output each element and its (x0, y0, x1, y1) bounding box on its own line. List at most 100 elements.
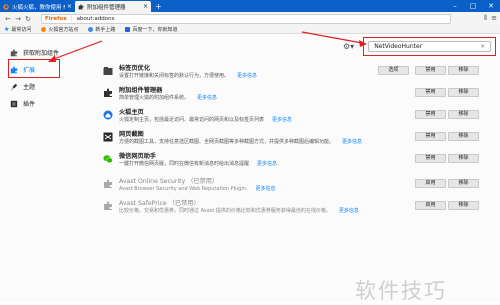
bookmark-label: 最常访问 (11, 26, 32, 33)
bookmark-label: 百度一下，你就知道 (132, 26, 178, 33)
reload-icon[interactable]: ↻ (23, 15, 33, 23)
addon-row-wechat-helper[interactable]: 微信网页助手 一键打开微信网页版，同时在微信有新消息时给出消息提醒 更多信息 禁用… (103, 151, 479, 177)
sidebar-item-label: 插件 (23, 101, 36, 108)
more-info-link[interactable]: 更多信息 (272, 117, 292, 123)
baidu-icon (125, 26, 131, 32)
library-icon[interactable]: ⫴ (484, 14, 487, 23)
addon-desc-text: 方便的截图工具，支持任意选区截图、全网页截图等多种截图方式，并提供多种截图后编辑… (119, 139, 335, 145)
globe-icon (88, 26, 94, 32)
addon-description: 比较价格、交易和优惠券，同时通过 Avast 提供的价格比较和优惠券服务获得最佳… (119, 207, 359, 214)
menu-icon[interactable]: ≡ (491, 14, 497, 23)
disable-button[interactable]: 禁用 (415, 66, 446, 75)
tab-bar: 火狐火狐，教你使用 Firefox × 附加组件管理器 × + – □ ✕ (0, 0, 500, 12)
addon-description: Avast Browser Security and Web Reputatio… (119, 185, 276, 192)
forward-icon[interactable]: → (13, 15, 23, 23)
addon-description: 方便的截图工具，支持任意选区截图、全网页截图等多种截图方式，并提供多种截图后编辑… (119, 138, 362, 145)
more-info-link[interactable]: 更多信息 (339, 208, 359, 214)
tab-firefox-guide[interactable]: 火狐火狐，教你使用 Firefox × (0, 1, 75, 12)
close-icon[interactable]: × (67, 3, 72, 10)
home-icon (103, 110, 113, 120)
addon-desc-text: 一键打开微信网页版，同时在微信有新消息时给出消息提醒 (119, 161, 250, 167)
url-text: about:addons (76, 15, 115, 22)
addon-description: 简单管理火狐的附加组件系统。 更多信息 (119, 94, 217, 101)
addons-page: 获取附加组件 扩展 主题 插件 ⚙▾ NetVideoHunter × 标签页优… (0, 31, 500, 303)
more-info-link[interactable]: 更多信息 (256, 186, 276, 192)
addon-description: 一键打开微信网页版，同时在微信有新消息时给出消息提醒 更多信息 (119, 160, 277, 167)
url-separator: | (70, 15, 73, 22)
remove-button[interactable]: 移除 (448, 132, 479, 141)
more-info-link[interactable]: 更多信息 (237, 73, 257, 79)
puzzle-icon (78, 3, 84, 9)
addon-name: 网页截图 (119, 131, 144, 138)
addon-name: 火狐主页 (119, 109, 144, 116)
tab-label: 附加组件管理器 (87, 4, 126, 11)
brush-icon (11, 83, 18, 90)
bookmark-firefox-site[interactable]: 火狐官方站点 (41, 26, 78, 33)
bookmark-baidu[interactable]: 百度一下，你就知道 (125, 26, 177, 33)
remove-button[interactable]: 移除 (448, 88, 479, 97)
annotation-arrow-left (48, 40, 103, 62)
addon-description: 火狐定制主页，包括最近访问、最常访问的网页和以及标签页列表 更多信息 (119, 116, 292, 123)
remove-button[interactable]: 移除 (448, 154, 479, 163)
avast-puzzle-icon (104, 201, 112, 210)
addon-desc-text: 比较价格、交易和优惠券，同时通过 Avast 提供的价格比较和优惠券服务获得最佳… (119, 208, 331, 214)
disable-button[interactable]: 禁用 (415, 88, 446, 97)
enable-button[interactable]: 启用 (415, 201, 446, 210)
tab-addons-manager[interactable]: 附加组件管理器 × (75, 1, 151, 12)
identity-brand: Firefox (45, 15, 67, 22)
disable-button[interactable]: 禁用 (415, 110, 446, 119)
bookmark-label: 新手上路 (95, 26, 116, 33)
disable-button[interactable]: 禁用 (415, 154, 446, 163)
close-window-icon[interactable]: ✕ (482, 0, 500, 12)
more-info-link[interactable]: 更多信息 (257, 161, 277, 167)
addon-name: Avast Online Security （已禁用） (119, 178, 219, 185)
remove-button[interactable]: 移除 (448, 179, 479, 188)
sidebar-item-plugins[interactable]: 插件 (10, 99, 35, 108)
addon-name: 附加组件管理器 (119, 87, 163, 94)
window-controls: – □ ✕ (446, 0, 500, 12)
remove-button[interactable]: 移除 (448, 110, 479, 119)
sidebar-item-label: 主题 (23, 84, 36, 91)
url-bar[interactable]: Firefox | about:addons (41, 13, 451, 24)
addon-name: 标签页优化 (119, 65, 150, 72)
scissors-icon (103, 132, 113, 142)
watermark-text: 软件技巧 (355, 279, 447, 303)
navigation-bar: ← → ↻ Firefox | about:addons ⫴ ≡ (0, 12, 500, 25)
bookmark-getting-started[interactable]: 新手上路 (88, 26, 115, 33)
more-info-link[interactable]: 更多信息 (342, 139, 362, 145)
bookmark-label: 火狐官方站点 (48, 26, 79, 33)
star-icon: ★ (4, 25, 10, 33)
addon-name: 微信网页助手 (119, 153, 157, 160)
options-button[interactable]: 选项 (378, 66, 409, 75)
remove-button[interactable]: 移除 (448, 66, 479, 75)
sidebar-item-themes[interactable]: 主题 (10, 82, 35, 91)
more-info-link[interactable]: 更多信息 (197, 95, 217, 101)
bookmark-most-visited[interactable]: ★ 最常访问 (4, 26, 31, 33)
back-icon[interactable]: ← (3, 15, 13, 23)
addon-row-avast-safeprice[interactable]: Avast SafePrice （已禁用） 比较价格、交易和优惠券，同时通过 A… (103, 198, 479, 224)
avast-puzzle-icon (104, 179, 112, 188)
toolbar-right: ⫴ ≡ (484, 14, 497, 23)
wechat-icon (103, 155, 113, 164)
firefox-icon (3, 3, 9, 10)
maximize-icon[interactable]: □ (464, 0, 482, 12)
gear-icon[interactable]: ⚙▾ (343, 42, 354, 51)
addon-desc-text: 设置打开链接和关闭标签的默认行为，方便使用。 (119, 73, 230, 79)
addon-desc-text: 简单管理火狐的附加组件系统。 (119, 95, 190, 101)
disable-button[interactable]: 禁用 (415, 132, 446, 141)
tab-icon (103, 67, 113, 75)
addon-description: 设置打开链接和关闭标签的默认行为，方便使用。 更多信息 (119, 72, 257, 79)
minimize-icon[interactable]: – (446, 0, 464, 12)
firefox-icon (41, 26, 47, 32)
puzzle-get-icon (10, 48, 18, 56)
addon-name: Avast SafePrice （已禁用） (119, 200, 200, 207)
enable-button[interactable]: 启用 (415, 179, 446, 188)
remove-button[interactable]: 移除 (448, 201, 479, 210)
addon-desc-text: Avast Browser Security and Web Reputatio… (119, 186, 248, 192)
tab-label: 火狐火狐，教你使用 Firefox (12, 4, 65, 11)
new-tab-button[interactable]: + (151, 1, 166, 12)
close-icon[interactable]: × (143, 3, 148, 10)
bookmarks-bar: ★ 最常访问 火狐官方站点 新手上路 百度一下，你就知道 (0, 25, 500, 34)
plugin-block-icon (10, 100, 18, 107)
search-highlight-box (363, 37, 496, 56)
